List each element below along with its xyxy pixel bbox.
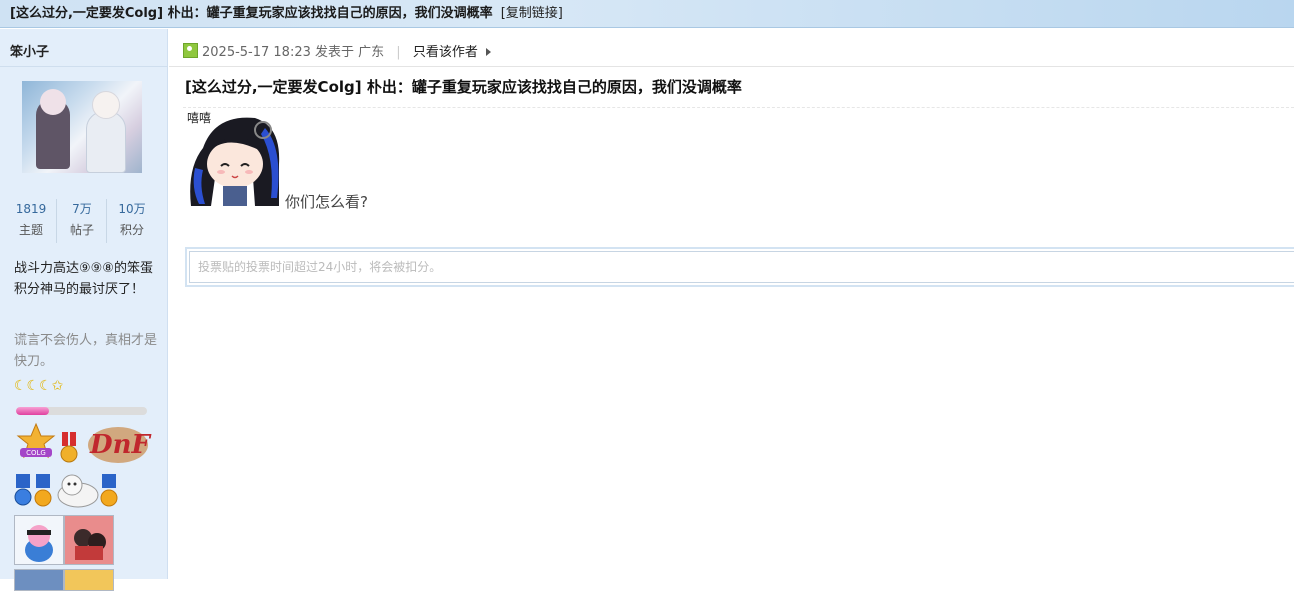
user-stats: 1819 主题 7万 帖子 10万 积分 bbox=[6, 199, 156, 243]
chibi-girl-icon: 嘻嘻 bbox=[187, 111, 280, 206]
blue-ribbon-medal-icon[interactable] bbox=[14, 474, 32, 508]
stat-threads[interactable]: 1819 主题 bbox=[6, 199, 56, 243]
vote-reply-input[interactable] bbox=[189, 251, 1294, 283]
badge-characters-icon[interactable] bbox=[64, 515, 114, 565]
divider bbox=[183, 107, 1294, 108]
avatar[interactable] bbox=[22, 81, 142, 173]
post-body: 你们怎么看? bbox=[285, 193, 368, 211]
thread-title: [这么过分,一定要发Colg] 朴出：罐子重复玩家应该找找自己的原因，我们没调概… bbox=[10, 6, 493, 21]
post-date: 2025-5-17 18:23 bbox=[202, 45, 311, 60]
post-location: 发表于 广东 bbox=[315, 45, 385, 60]
divider: | bbox=[396, 45, 401, 60]
sticker-text: 嘻嘻 bbox=[187, 111, 211, 125]
level-progress-fill bbox=[16, 407, 49, 415]
copy-link-button[interactable]: [复制链接] bbox=[501, 6, 563, 21]
author-sidebar: 笨小子 1819 主题 7万 帖子 10万 积分 战斗力高达⑨⑨⑧的笨蛋积分神马… bbox=[0, 29, 168, 591]
avatar-figure bbox=[40, 89, 66, 115]
user-title: 战斗力高达⑨⑨⑧的笨蛋积分神马的最讨厌了！ bbox=[14, 261, 153, 297]
sun-medal-icon[interactable] bbox=[32, 474, 54, 508]
stat-value: 10万 bbox=[118, 202, 146, 216]
level-progress-bar bbox=[16, 407, 147, 415]
post-meta: 2025-5-17 18:23 发表于 广东 | 只看该作者 bbox=[183, 43, 491, 63]
badge-icon[interactable] bbox=[64, 569, 114, 591]
post-title: [这么过分,一定要发Colg] 朴出：罐子重复玩家应该找找自己的原因，我们没调概… bbox=[185, 78, 742, 96]
post-content-area: 2025-5-17 18:23 发表于 广东 | 只看该作者 [这么过分,一定要… bbox=[169, 29, 1294, 579]
stat-posts[interactable]: 7万 帖子 bbox=[56, 199, 107, 243]
svg-text:COLG: COLG bbox=[26, 449, 46, 457]
thread-title-bar: [这么过分,一定要发Colg] 朴出：罐子重复玩家应该找找自己的原因，我们没调概… bbox=[0, 0, 1294, 28]
rank-moon-icon: ☾☾☾✩ bbox=[14, 378, 64, 394]
badge-penguin-icon[interactable] bbox=[14, 515, 64, 565]
divider bbox=[169, 66, 1294, 67]
sticker-image: 嘻嘻 bbox=[185, 108, 285, 208]
avatar-figure bbox=[86, 111, 126, 173]
stat-points[interactable]: 10万 积分 bbox=[106, 199, 157, 243]
gold-medal-icon[interactable] bbox=[98, 474, 120, 508]
stat-value: 7万 bbox=[72, 202, 92, 216]
ribbon-medal-icon[interactable] bbox=[58, 432, 80, 466]
online-user-icon bbox=[183, 43, 198, 58]
author-name[interactable]: 笨小子 bbox=[10, 41, 49, 60]
stat-label: 积分 bbox=[119, 223, 144, 237]
divider bbox=[0, 66, 168, 67]
svg-text:DnF: DnF bbox=[89, 430, 151, 460]
only-author-link[interactable]: 只看该作者 bbox=[413, 45, 478, 60]
avatar-figure bbox=[92, 91, 120, 119]
stat-label: 帖子 bbox=[69, 223, 94, 237]
badge-icon[interactable] bbox=[14, 569, 64, 591]
vote-box bbox=[185, 247, 1294, 287]
seal-mascot-icon[interactable] bbox=[52, 471, 100, 509]
stat-value: 1819 bbox=[15, 202, 47, 216]
dnf-logo-icon[interactable]: DnF bbox=[82, 421, 158, 467]
stat-label: 主题 bbox=[18, 223, 43, 237]
user-signature: 谎言不会伤人，真相才是快刀。 bbox=[14, 333, 158, 369]
triangle-right-icon[interactable] bbox=[485, 48, 491, 56]
anniversary-medal-icon[interactable]: COLG bbox=[14, 422, 58, 464]
